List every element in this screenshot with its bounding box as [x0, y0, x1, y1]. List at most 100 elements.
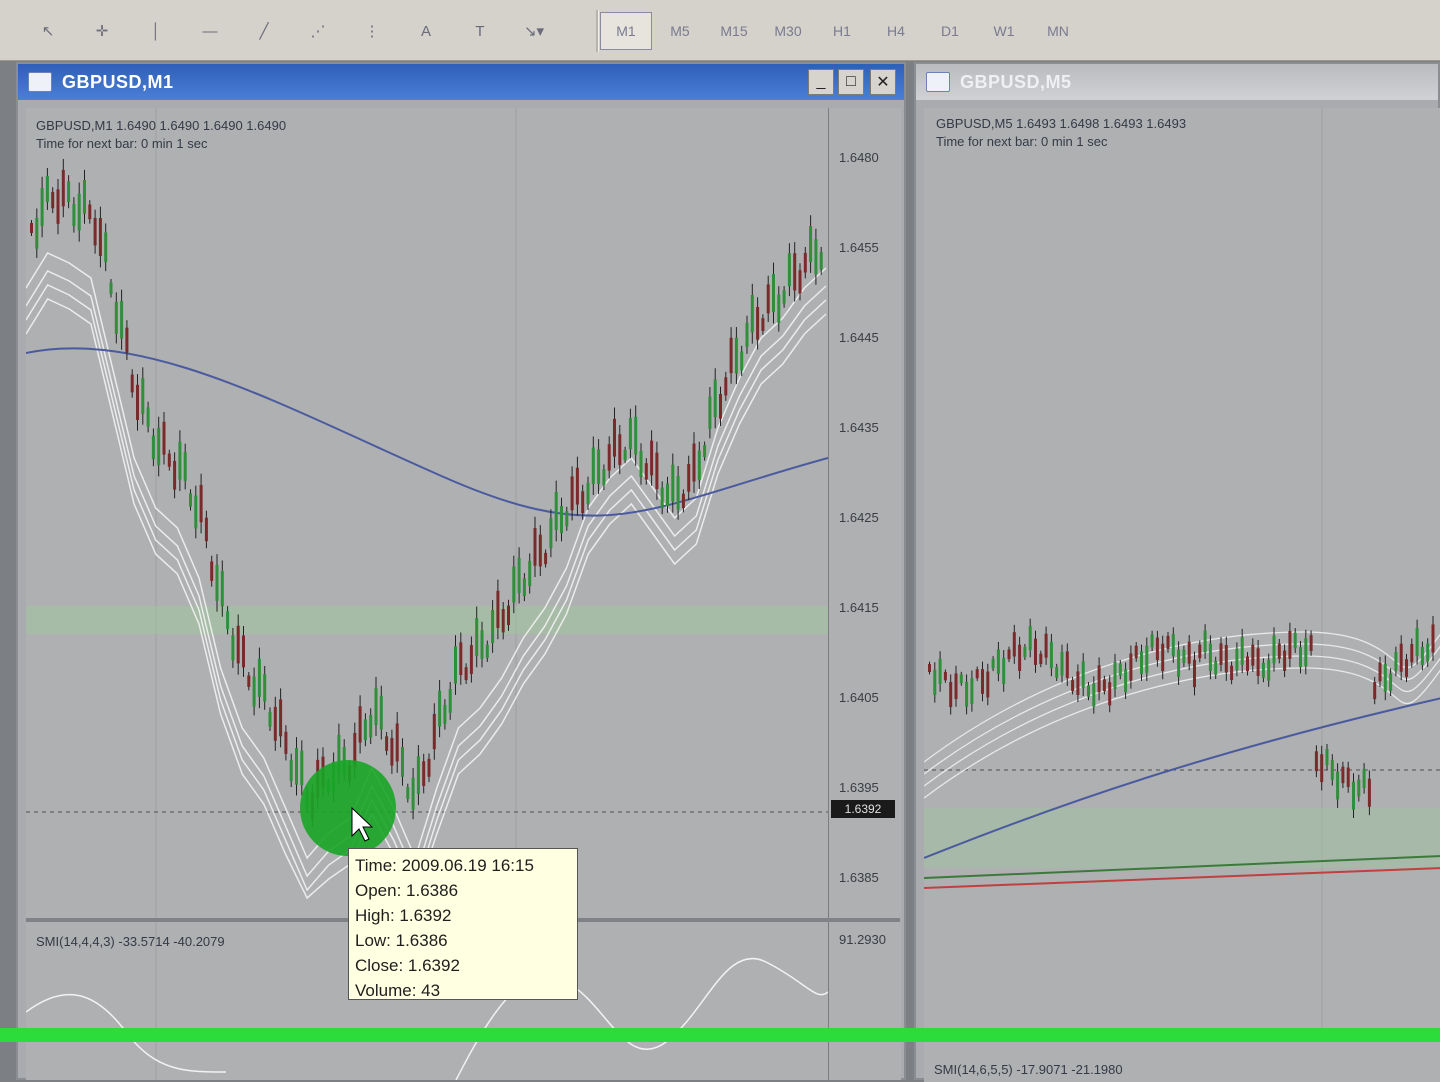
candle-body [411, 777, 415, 810]
click-highlight-circle [300, 760, 396, 856]
fibonacci-icon[interactable]: ⋮ [352, 12, 392, 50]
timeframe-d1-button[interactable]: D1 [924, 12, 976, 50]
candle-body [1230, 665, 1234, 680]
indicator-label: SMI(14,4,4,3) -33.5714 -40.2079 [36, 934, 225, 949]
candle-body [416, 756, 420, 794]
candle-body [991, 658, 995, 669]
candle-body [750, 295, 754, 333]
candle-body [1415, 628, 1419, 657]
candle-body [975, 669, 979, 679]
candle-body [30, 223, 33, 233]
price-chart[interactable] [26, 108, 828, 918]
indicator-axis-label: 91.2930 [839, 932, 886, 947]
candle-body [1367, 778, 1371, 807]
vertical-line-icon[interactable]: │ [136, 12, 176, 50]
price-chart-area[interactable]: GBPUSD,M5 1.6493 1.6498 1.6493 1.6493 Ti… [924, 108, 1440, 1028]
minimize-button[interactable]: _ [808, 69, 834, 95]
price-chart[interactable] [924, 108, 1440, 1028]
timeframe-w1-button[interactable]: W1 [978, 12, 1030, 50]
price-axis-label: 1.6415 [839, 600, 879, 615]
candle-body [130, 374, 134, 393]
crosshair-icon[interactable]: ✛ [82, 12, 122, 50]
candle-body [1399, 643, 1403, 672]
maximize-button[interactable]: □ [838, 69, 864, 95]
candle-body [109, 282, 113, 295]
candle-body [1081, 661, 1085, 688]
candle-body [581, 491, 585, 514]
timeframe-mn-button[interactable]: MN [1032, 12, 1084, 50]
tooltip-time: Time: 2009.06.19 16:15 [355, 856, 534, 875]
timeframe-m30-button[interactable]: M30 [762, 12, 814, 50]
candle-body [1007, 649, 1011, 660]
candle-body [1208, 643, 1212, 672]
timeframe-h4-button[interactable]: H4 [870, 12, 922, 50]
candle-body [1023, 646, 1027, 657]
candle-body [1325, 748, 1329, 766]
timeframe-h1-button[interactable]: H1 [816, 12, 868, 50]
candle-body [35, 217, 39, 249]
candle-body [809, 226, 813, 263]
envelope-line [26, 252, 827, 861]
candle-body [422, 761, 426, 786]
timeframe-m15-button[interactable]: M15 [708, 12, 760, 50]
candle-body [1293, 632, 1297, 649]
text-icon[interactable]: A [406, 12, 446, 50]
tooltip-volume: Volume: 43 [355, 981, 441, 1000]
candle-body [954, 673, 958, 700]
channel-icon[interactable]: ⋰ [298, 12, 338, 50]
envelope-line [924, 667, 1440, 799]
candle-body [586, 482, 590, 504]
candle-body [1171, 634, 1175, 657]
price-axis-label: 1.6455 [839, 240, 879, 255]
candle-body [1251, 644, 1255, 666]
candle-body [1283, 650, 1287, 671]
candle-body [724, 377, 728, 396]
candle-body [814, 239, 818, 275]
candle-body [67, 181, 71, 203]
candle-body [448, 689, 452, 713]
candle-body [1394, 652, 1398, 671]
candle-body [538, 534, 542, 567]
chart-window-titlebar[interactable]: GBPUSD,M5 [916, 64, 1438, 100]
candle-body [544, 552, 548, 565]
candle-body [183, 452, 187, 481]
close-button[interactable]: ✕ [870, 69, 896, 95]
price-chart-area[interactable]: GBPUSD,M1 1.6490 1.6490 1.6490 1.6490 Ti… [26, 108, 828, 918]
candle-body [1405, 659, 1408, 677]
arrow-shapes-icon[interactable]: ↘▾ [514, 12, 554, 50]
label-icon[interactable]: T [460, 12, 500, 50]
chart-toolbar: ↖ ✛ │ — ╱ ⋰ ⋮ A T ↘▾ M1 M5 M15 M30 H1 H4 D1 W1 MN [0, 0, 1440, 61]
candle-body [986, 671, 990, 698]
timeframe-m1-button[interactable]: M1 [600, 12, 652, 50]
chart-window-icon [28, 72, 52, 92]
candle-body [273, 706, 277, 741]
candle-body [395, 723, 399, 762]
trendline-icon[interactable]: ╱ [244, 12, 284, 50]
candle-body [475, 617, 479, 656]
envelope-line [26, 270, 827, 879]
candle-body [798, 270, 802, 294]
timeframe-m5-button[interactable]: M5 [654, 12, 706, 50]
candle-body [1214, 660, 1218, 675]
cursor-arrow-icon[interactable]: ↖ [28, 12, 68, 50]
price-axis-label: 1.6405 [839, 690, 879, 705]
candle-body [1299, 647, 1302, 668]
candle-body [819, 252, 823, 270]
candle-body [204, 517, 208, 542]
candle-body [618, 434, 622, 465]
video-highlight-bar [0, 1028, 1440, 1042]
candle-body [1124, 669, 1128, 693]
chart-window-m5[interactable]: GBPUSD,M5 GBPUSD,M5 1.6493 1.6498 1.6493… [914, 62, 1440, 1082]
chart-window-titlebar[interactable]: GBPUSD,M1 _ □ ✕ [18, 64, 904, 100]
candle-body [1012, 632, 1016, 657]
candle-body [777, 294, 781, 324]
horizontal-line-icon[interactable]: — [190, 12, 230, 50]
candle-body [1246, 656, 1249, 672]
candle-body [231, 635, 235, 661]
candle-body [485, 644, 489, 658]
green-zone [26, 606, 828, 634]
indicator-label: SMI(14,6,5,5) -17.9071 -21.1980 [934, 1062, 1123, 1077]
candle-body [996, 649, 1000, 674]
candle-body [1150, 634, 1154, 648]
envelope-line [26, 298, 827, 900]
